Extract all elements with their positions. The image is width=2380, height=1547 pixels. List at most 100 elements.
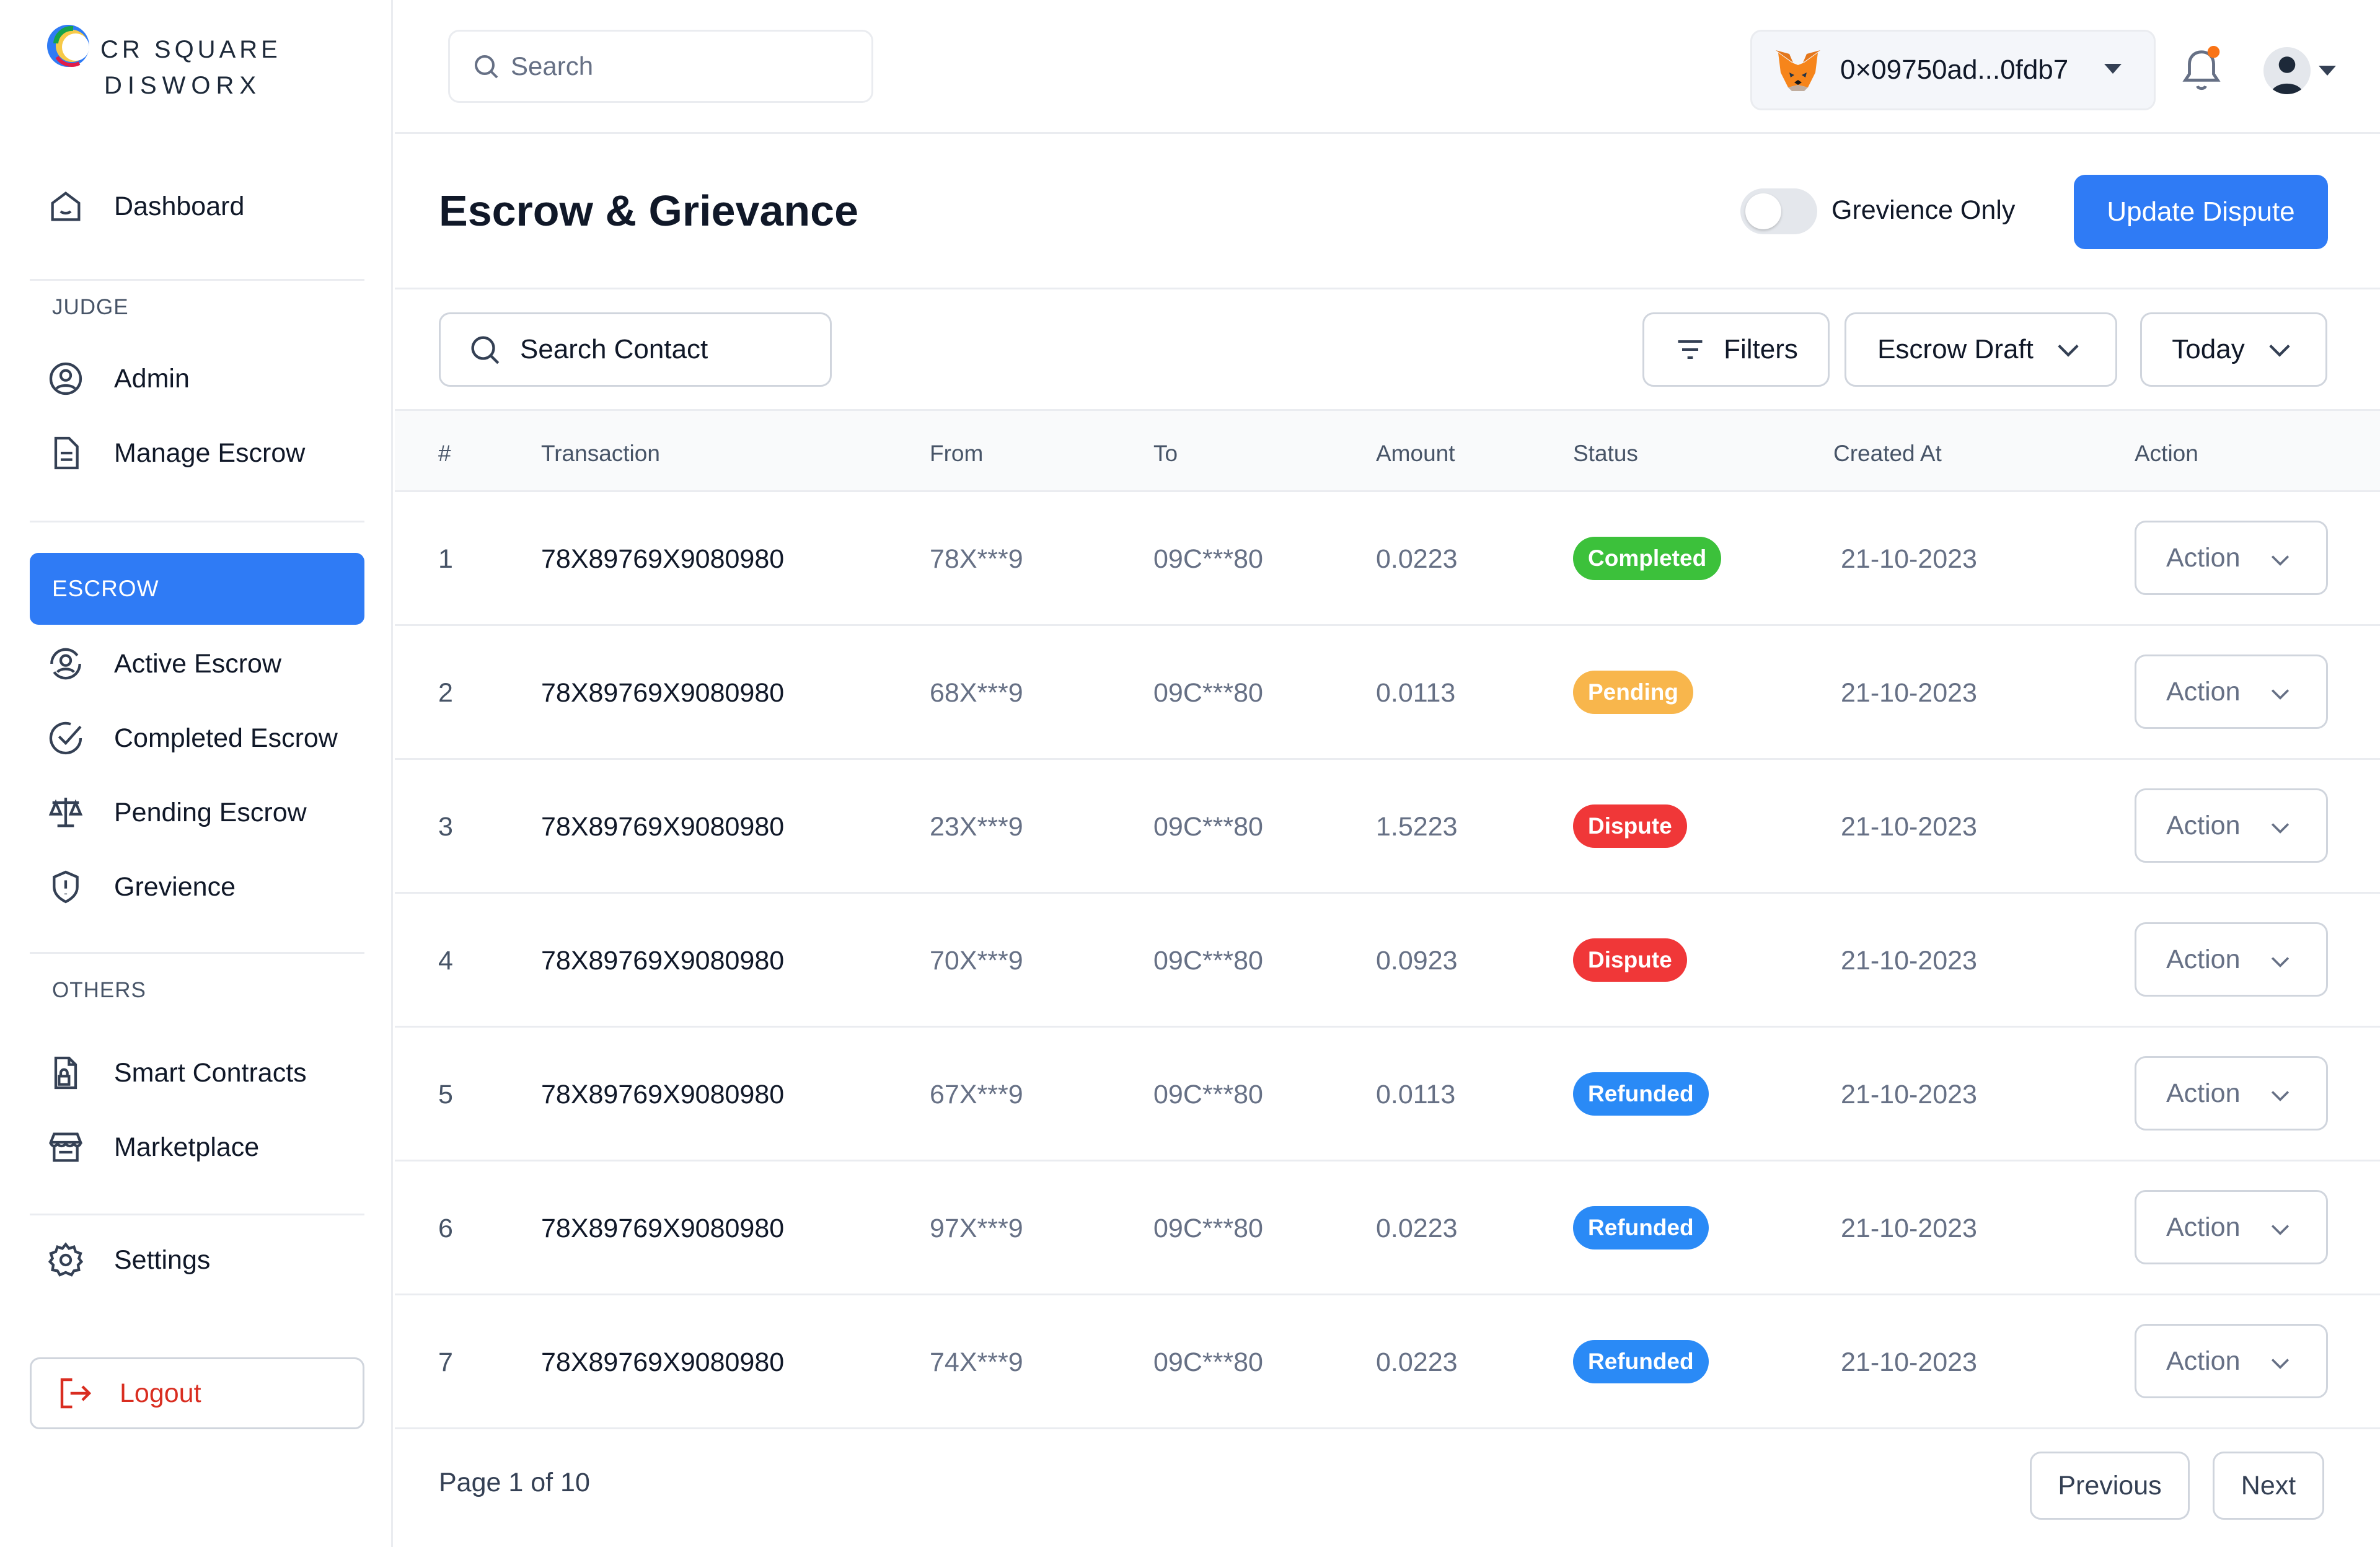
- status-badge: Refunded: [1573, 1206, 1709, 1250]
- row-action-dropdown[interactable]: Action: [2135, 521, 2328, 595]
- chevron-down-icon: [2271, 1225, 2290, 1235]
- search-placeholder: Search: [511, 51, 594, 81]
- to-address: 09C***80: [1153, 678, 1263, 708]
- escrow-type-select[interactable]: Escrow Draft: [1844, 312, 2117, 387]
- avatar-caret-down-icon[interactable]: [2319, 66, 2336, 76]
- metamask-fox-icon: [1776, 50, 1820, 91]
- row-number: 2: [438, 678, 453, 708]
- check-circle-icon: [43, 716, 88, 760]
- sidebar-item-label: Dashboard: [114, 191, 245, 221]
- chevron-down-icon: [2269, 344, 2290, 357]
- brand-logo[interactable]: CR SQUARE DISWORX: [43, 19, 291, 105]
- sidebar-divider: [30, 279, 364, 281]
- created-at: 21-10-2023: [1841, 678, 1977, 708]
- action-label: Action: [2166, 1212, 2241, 1242]
- amount: 0.0223: [1376, 1214, 1458, 1243]
- search-icon: [475, 55, 498, 79]
- amount: 1.5223: [1376, 812, 1458, 842]
- action-label: Action: [2166, 1346, 2241, 1376]
- to-address: 09C***80: [1153, 946, 1263, 976]
- grevience-only-label: Grevience Only: [1831, 195, 2016, 225]
- section-label-judge: JUDGE: [52, 295, 129, 319]
- global-search-input[interactable]: Search: [448, 30, 873, 103]
- transaction-id: 78X89769X9080980: [541, 812, 785, 842]
- sidebar-item-label: Smart Contracts: [114, 1057, 307, 1088]
- section-label-others: OTHERS: [52, 978, 146, 1002]
- sidebar-item-completed-escrow[interactable]: Completed Escrow: [43, 710, 338, 766]
- top-bar: Search 0×09750ad...0fdb7: [395, 0, 2380, 134]
- sidebar-item-dashboard[interactable]: Dashboard: [43, 178, 244, 234]
- user-circle-icon: [43, 356, 88, 401]
- created-at: 21-10-2023: [1841, 544, 1977, 574]
- column-header-from: From: [930, 441, 984, 466]
- created-at: 21-10-2023: [1841, 1214, 1977, 1243]
- filters-button[interactable]: Filters: [1642, 312, 1830, 387]
- status-badge: Refunded: [1573, 1340, 1709, 1383]
- sidebar-item-marketplace[interactable]: Marketplace: [43, 1119, 259, 1175]
- sidebar-item-manage-escrow[interactable]: Manage Escrow: [43, 425, 305, 481]
- table-header: # Transaction From To Amount Status Crea…: [395, 409, 2380, 492]
- column-header-action: Action: [2135, 441, 2198, 466]
- logout-button[interactable]: Logout: [30, 1357, 364, 1429]
- shield-alert-icon: [43, 865, 88, 909]
- filter-lines-icon: [1678, 340, 1703, 359]
- to-address: 09C***80: [1153, 1347, 1263, 1377]
- row-action-dropdown[interactable]: Action: [2135, 1056, 2328, 1130]
- to-address: 09C***80: [1153, 1214, 1263, 1243]
- sidebar-item-smart-contracts[interactable]: Smart Contracts: [43, 1045, 307, 1101]
- update-dispute-button[interactable]: Update Dispute: [2074, 175, 2328, 249]
- page-title: Escrow & Grievance: [439, 187, 858, 235]
- sidebar-item-label: Pending Escrow: [114, 797, 307, 827]
- row-action-dropdown[interactable]: Action: [2135, 788, 2328, 863]
- filters-label: Filters: [1724, 334, 1798, 364]
- date-range-select[interactable]: Today: [2140, 312, 2327, 387]
- transaction-id: 78X89769X9080980: [541, 946, 785, 976]
- search-contact-input[interactable]: Search Contact: [439, 312, 832, 387]
- notification-bell-icon[interactable]: [2177, 43, 2226, 97]
- row-action-dropdown[interactable]: Action: [2135, 654, 2328, 729]
- column-header-transaction: Transaction: [541, 441, 660, 466]
- chevron-down-icon: [2271, 957, 2290, 967]
- row-number: 6: [438, 1214, 453, 1243]
- table-row: 7 78X89769X9080980 74X***9 09C***80 0.02…: [395, 1295, 2380, 1429]
- action-label: Action: [2166, 810, 2241, 840]
- chevron-down-icon: [2058, 344, 2079, 357]
- to-address: 09C***80: [1153, 812, 1263, 842]
- sidebar-item-settings[interactable]: Settings: [43, 1232, 210, 1288]
- sidebar-item-active-escrow[interactable]: Active Escrow: [43, 636, 281, 692]
- row-action-dropdown[interactable]: Action: [2135, 922, 2328, 997]
- sidebar-divider: [30, 1214, 364, 1215]
- wallet-selector[interactable]: 0×09750ad...0fdb7: [1750, 30, 2156, 110]
- status-badge: Refunded: [1573, 1072, 1709, 1116]
- chevron-down-icon: [2271, 1091, 2290, 1101]
- sidebar-item-admin[interactable]: Admin: [43, 351, 190, 407]
- section-label-text: ESCROW: [52, 576, 159, 601]
- next-page-button[interactable]: Next: [2213, 1452, 2324, 1520]
- status-badge: Dispute: [1573, 938, 1687, 982]
- sidebar-item-pending-escrow[interactable]: Pending Escrow: [43, 785, 307, 840]
- brand-line-2: DISWORX: [104, 72, 262, 99]
- date-range-value: Today: [2172, 334, 2245, 364]
- avatar-silhouette-icon: [2270, 56, 2304, 94]
- from-address: 97X***9: [930, 1214, 1023, 1243]
- row-action-dropdown[interactable]: Action: [2135, 1190, 2328, 1264]
- previous-page-button[interactable]: Previous: [2030, 1452, 2190, 1520]
- transaction-id: 78X89769X9080980: [541, 1347, 785, 1377]
- from-address: 67X***9: [930, 1080, 1023, 1109]
- transaction-id: 78X89769X9080980: [541, 544, 785, 574]
- transaction-id: 78X89769X9080980: [541, 678, 785, 708]
- grevience-only-toggle[interactable]: [1740, 188, 1817, 234]
- gear-icon: [43, 1238, 88, 1282]
- sidebar-item-label: Active Escrow: [114, 648, 282, 679]
- sidebar-item-grevience[interactable]: Grevience: [43, 859, 236, 915]
- row-number: 1: [438, 544, 453, 574]
- sidebar-item-label: Marketplace: [114, 1132, 260, 1162]
- logo-mark-icon: [47, 25, 89, 67]
- sidebar-item-label: Admin: [114, 363, 190, 394]
- logout-label: Logout: [120, 1378, 201, 1408]
- user-avatar[interactable]: [2263, 47, 2311, 94]
- row-action-dropdown[interactable]: Action: [2135, 1324, 2328, 1398]
- amount: 0.0923: [1376, 946, 1458, 976]
- amount: 0.0223: [1376, 544, 1458, 574]
- brand-line-1: CR SQUARE: [100, 36, 281, 63]
